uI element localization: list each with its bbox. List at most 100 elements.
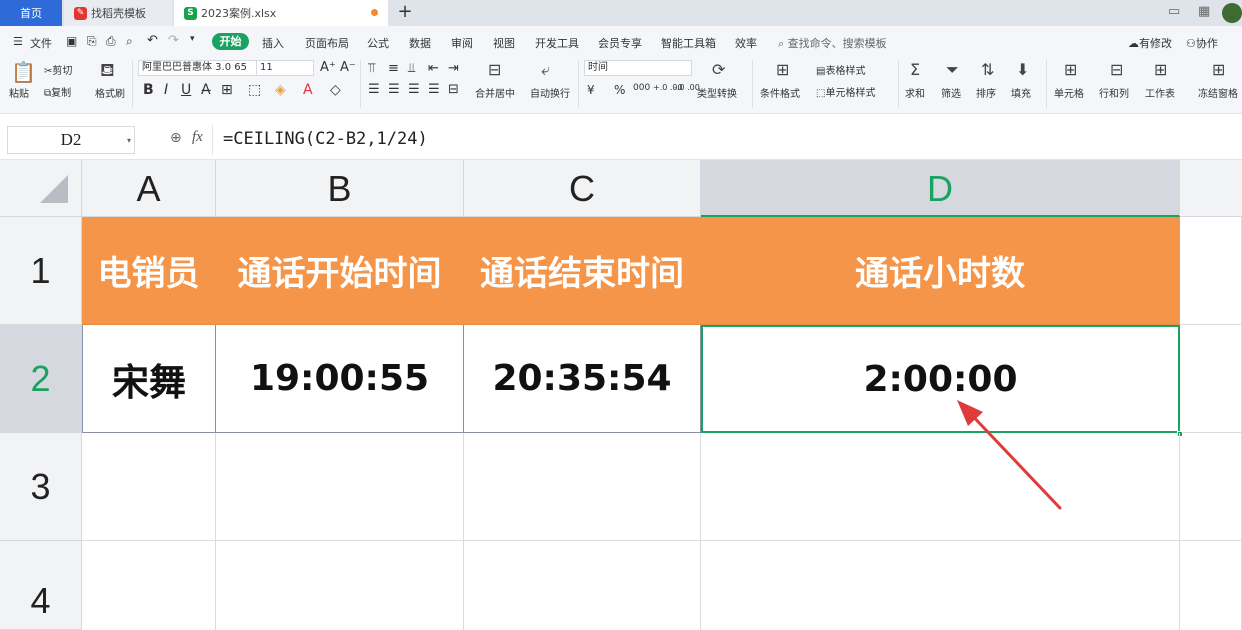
tab-home[interactable]: 首页: [0, 0, 62, 26]
type-convert-button[interactable]: 类型转换: [697, 85, 737, 100]
cell-c1[interactable]: 通话结束时间: [464, 217, 701, 325]
cell-d4[interactable]: [701, 541, 1180, 630]
align-middle-icon[interactable]: ≡: [388, 61, 399, 76]
menu-member[interactable]: 会员专享: [598, 35, 642, 51]
filter-icon[interactable]: ⏷: [946, 60, 959, 80]
font-size-select[interactable]: 11: [256, 60, 314, 76]
sort-icon[interactable]: ⇅: [981, 60, 994, 79]
menu-home[interactable]: 开始: [212, 33, 249, 50]
cell-format-icon[interactable]: ⬚: [248, 82, 261, 98]
tab-template[interactable]: ✎ 找稻壳模板: [64, 0, 172, 26]
cell-d2[interactable]: 2:00:00: [701, 325, 1180, 433]
indent-decrease-icon[interactable]: ⇤: [428, 61, 439, 76]
layout-icon[interactable]: ▭: [1168, 4, 1180, 19]
fx-icon[interactable]: fx: [192, 129, 203, 146]
underline-icon[interactable]: U: [181, 82, 191, 98]
paste-button[interactable]: 粘贴: [9, 85, 29, 100]
conditional-format-button[interactable]: 条件格式: [760, 85, 800, 100]
new-tab-button[interactable]: +: [394, 2, 416, 24]
menu-file[interactable]: 文件: [30, 35, 52, 51]
fill-icon[interactable]: ⬇: [1016, 60, 1029, 79]
cells-button[interactable]: 单元格: [1054, 85, 1084, 100]
row-header-1[interactable]: 1: [0, 217, 82, 325]
column-header-a[interactable]: A: [82, 160, 216, 217]
row-header-2[interactable]: 2: [0, 325, 82, 433]
menu-insert[interactable]: 插入: [262, 35, 284, 51]
cell-d3[interactable]: [701, 433, 1180, 541]
align-left-icon[interactable]: ☰: [368, 82, 380, 97]
sum-icon[interactable]: Σ: [910, 60, 920, 79]
collab-button[interactable]: ⚇协作: [1186, 35, 1218, 51]
quick-access-dropdown-icon[interactable]: ▾: [190, 34, 195, 44]
tab-document[interactable]: S 2023案例.xlsx: [174, 0, 388, 26]
cell-c4[interactable]: [464, 541, 701, 630]
name-box[interactable]: D2: [7, 126, 135, 154]
currency-button[interactable]: ¥: [587, 83, 595, 97]
cell-c3[interactable]: [464, 433, 701, 541]
borders-icon[interactable]: ⊞: [221, 82, 233, 98]
cell-a1[interactable]: 电销员: [82, 217, 216, 325]
sort-button[interactable]: 排序: [976, 85, 996, 100]
worksheet-icon[interactable]: ⊞: [1154, 60, 1167, 79]
freeze-button[interactable]: 冻结窗格: [1198, 85, 1238, 100]
cell-d1[interactable]: 通话小时数: [701, 217, 1180, 325]
save-icon[interactable]: ▣: [66, 34, 77, 48]
avatar[interactable]: [1222, 3, 1242, 23]
cell-e2[interactable]: [1180, 325, 1242, 433]
justify-icon[interactable]: ☰: [428, 82, 440, 97]
chevron-down-icon[interactable]: ▾: [127, 136, 131, 145]
export-icon[interactable]: ⎘: [87, 34, 97, 49]
clear-format-icon[interactable]: ◇: [330, 82, 341, 98]
apps-grid-icon[interactable]: ▦: [1198, 4, 1210, 19]
bold-icon[interactable]: B: [143, 82, 154, 98]
menu-review[interactable]: 审阅: [451, 35, 473, 51]
row-header-4[interactable]: 4: [0, 541, 82, 630]
column-header-e[interactable]: [1180, 160, 1242, 217]
print-icon[interactable]: ⎙: [106, 34, 116, 49]
thousands-button[interactable]: 000: [633, 83, 650, 93]
cell-b2[interactable]: 19:00:55: [216, 325, 464, 433]
worksheet-button[interactable]: 工作表: [1145, 85, 1175, 100]
menu-page-layout[interactable]: 页面布局: [305, 35, 349, 51]
cell-a2[interactable]: 宋舞: [82, 325, 216, 433]
wrap-text-icon[interactable]: ⤶: [541, 60, 550, 80]
menu-view[interactable]: 视图: [493, 35, 515, 51]
menu-efficiency[interactable]: 效率: [735, 35, 757, 51]
formula-input[interactable]: =CEILING(C2-B2,1/24): [212, 125, 1242, 155]
align-bottom-icon[interactable]: ⫫: [408, 61, 415, 76]
column-header-d[interactable]: D: [701, 160, 1180, 217]
fill-button[interactable]: 填充: [1011, 85, 1031, 100]
font-grow-icon[interactable]: A⁺: [320, 60, 336, 75]
cell-style-button[interactable]: ⬚单元格样式: [816, 84, 875, 99]
font-color-icon[interactable]: A: [303, 82, 313, 98]
cell-b3[interactable]: [216, 433, 464, 541]
align-right-icon[interactable]: ☰: [408, 82, 420, 97]
menu-smart-toolbox[interactable]: 智能工具箱: [661, 35, 716, 51]
rows-cols-button[interactable]: 行和列: [1099, 85, 1129, 100]
cell-b1[interactable]: 通话开始时间: [216, 217, 464, 325]
undo-icon[interactable]: ↶: [147, 33, 158, 48]
column-header-b[interactable]: B: [216, 160, 464, 217]
menu-developer[interactable]: 开发工具: [535, 35, 579, 51]
table-style-button[interactable]: ▤表格样式: [816, 62, 865, 77]
zoom-icon[interactable]: ⊕: [170, 130, 182, 146]
paste-icon[interactable]: 📋: [11, 60, 36, 84]
copy-button[interactable]: ⧉复制: [44, 84, 71, 99]
filter-button[interactable]: 筛选: [941, 85, 961, 100]
cell-e1[interactable]: [1180, 217, 1242, 325]
align-top-icon[interactable]: ⫪: [368, 61, 375, 76]
distribute-icon[interactable]: ⊟: [448, 82, 459, 97]
indent-increase-icon[interactable]: ⇥: [448, 61, 459, 76]
has-changes-button[interactable]: ☁有修改: [1128, 35, 1172, 51]
rows-cols-icon[interactable]: ⊟: [1110, 60, 1123, 79]
conditional-format-icon[interactable]: ⊞: [776, 60, 789, 79]
select-all-corner[interactable]: [0, 160, 82, 217]
cell-a4[interactable]: [82, 541, 216, 630]
hamburger-icon[interactable]: ☰: [13, 35, 23, 48]
number-format-select[interactable]: 时间: [584, 60, 692, 76]
italic-icon[interactable]: I: [164, 82, 168, 98]
command-search[interactable]: ⌕ 查找命令、搜索模板: [778, 35, 887, 51]
cell-b4[interactable]: [216, 541, 464, 630]
preview-icon[interactable]: ⌕: [126, 34, 133, 49]
cell-c2[interactable]: 20:35:54: [464, 325, 701, 433]
